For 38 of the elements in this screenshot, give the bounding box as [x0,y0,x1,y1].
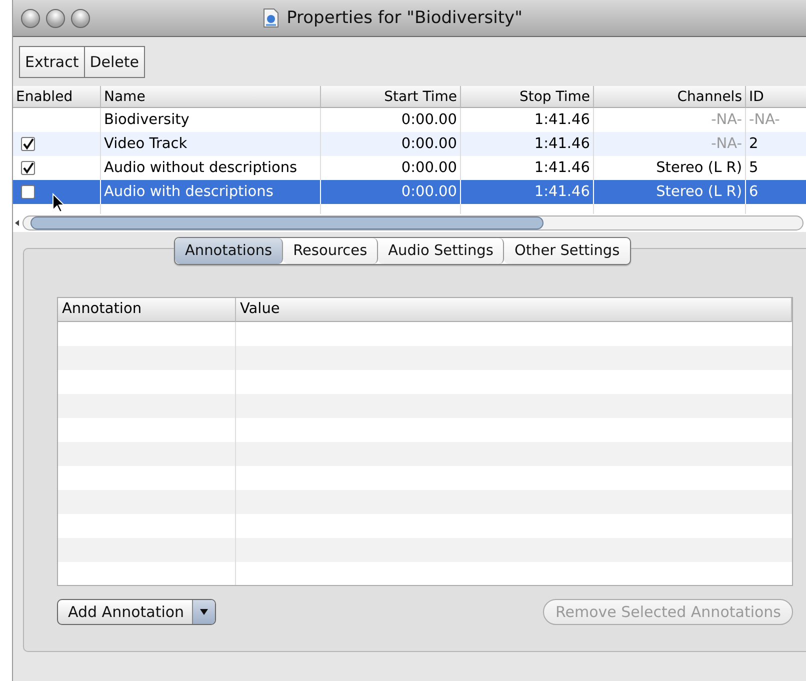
add-annotation-button[interactable]: Add Annotation [57,599,216,625]
tab[interactable]: Other Settings [504,238,630,264]
table-cell: -NA- [594,132,746,156]
table-cell: 1:41.46 [461,180,594,204]
tab[interactable]: Resources [283,238,378,264]
document-icon [262,8,279,28]
column-header[interactable]: Annotation [58,298,236,322]
table-cell: 0:00.00 [321,132,461,156]
toolbar-button[interactable]: Extract [20,46,85,76]
column-header[interactable]: Name [101,86,321,108]
table-cell: Stereo (L R) [594,180,746,204]
table-cell: Audio with descriptions [101,180,321,204]
table-row[interactable]: Video Track 0:00.00 1:41.46 -NA- 2 [13,132,806,156]
table-cell: Video Track [101,132,321,156]
table-cell: 1:41.46 [461,132,594,156]
table-row[interactable]: Audio with descriptions 0:00.00 1:41.46 Stereo (L R) 6 [13,180,806,204]
caret-icon [199,608,210,616]
horizontal-scrollbar[interactable] [13,214,806,232]
window-title: Properties for "Biodiversity" [286,8,522,28]
checkbox[interactable] [21,185,35,199]
checkbox[interactable] [21,161,35,175]
mouse-pointer-icon [52,193,65,213]
column-header[interactable]: Enabled [13,86,101,108]
zoom-button[interactable] [71,8,90,28]
tab[interactable]: Audio Settings [378,238,504,264]
column-header[interactable]: ID [746,86,806,108]
column-header[interactable]: Value [236,298,792,322]
checkbox[interactable] [21,137,35,151]
toolbar-button[interactable]: Delete [84,46,144,76]
column-header[interactable]: Stop Time [461,86,594,108]
column-header[interactable]: Start Time [321,86,461,108]
table-cell: 0:00.00 [321,180,461,204]
table-cell: 6 [746,180,806,204]
table-cell: 2 [746,132,806,156]
column-header[interactable]: Channels [594,86,746,108]
tab[interactable]: Annotations [175,238,284,264]
close-button[interactable] [21,8,40,28]
minimize-button[interactable] [46,8,65,28]
